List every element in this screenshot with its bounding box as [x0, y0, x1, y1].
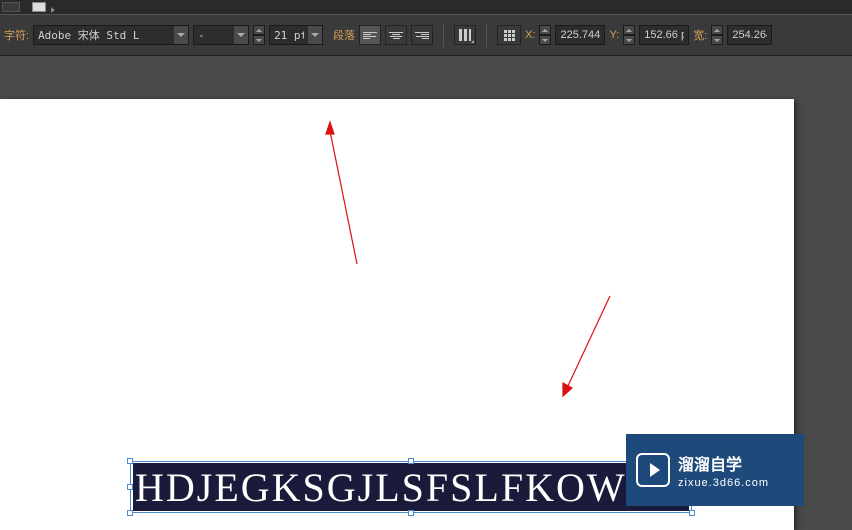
menu-handle[interactable] [2, 2, 20, 12]
x-stepper[interactable] [539, 25, 551, 45]
font-size-stepper[interactable] [253, 25, 265, 45]
font-size-dropdown[interactable] [269, 25, 323, 45]
play-icon [636, 453, 670, 487]
y-input[interactable] [639, 25, 689, 45]
chevron-down-icon[interactable] [174, 26, 188, 44]
chevron-down-icon[interactable] [234, 26, 248, 44]
y-label: Y: [609, 29, 619, 41]
resize-handle-tm[interactable] [408, 458, 414, 464]
reference-point-button[interactable] [497, 25, 521, 45]
x-label: X: [525, 29, 535, 41]
top-menu-strip [0, 0, 852, 14]
stepper-down-icon[interactable] [711, 35, 723, 45]
columns-button[interactable] [454, 25, 476, 45]
selection-border [130, 461, 692, 513]
chevron-down-icon[interactable] [308, 26, 322, 44]
annotation-arrow-2 [555, 294, 615, 404]
stepper-down-icon[interactable] [539, 35, 551, 45]
resize-handle-tl[interactable] [127, 458, 133, 464]
pages-icon[interactable] [32, 2, 46, 12]
stepper-up-icon[interactable] [539, 25, 551, 35]
divider [443, 23, 444, 47]
resize-handle-br[interactable] [689, 510, 695, 516]
font-family-input[interactable] [34, 29, 174, 42]
stepper-down-icon[interactable] [623, 35, 635, 45]
font-style-dropdown[interactable] [193, 25, 249, 45]
selected-text-frame[interactable]: HDJEGKSGJLSFSLFKOWEJE [130, 461, 692, 513]
paragraph-label: 段落 [333, 27, 355, 43]
font-size-input[interactable] [270, 29, 308, 42]
divider [486, 23, 487, 47]
annotation-arrow-1 [320, 114, 370, 274]
watermark-url: zixue.3d66.com [678, 477, 769, 489]
watermark-title: 溜溜自学 [678, 451, 769, 475]
w-label: 宽: [693, 27, 707, 43]
font-style-input[interactable] [194, 29, 234, 42]
align-center-button[interactable] [385, 25, 407, 45]
resize-handle-bm[interactable] [408, 510, 414, 516]
stepper-up-icon[interactable] [253, 25, 265, 35]
stepper-up-icon[interactable] [623, 25, 635, 35]
canvas-area[interactable]: HDJEGKSGJLSFSLFKOWEJE 溜溜自学 zixue.3d66.co… [0, 56, 852, 530]
resize-handle-bl[interactable] [127, 510, 133, 516]
w-stepper[interactable] [711, 25, 723, 45]
stepper-down-icon[interactable] [253, 35, 265, 45]
align-left-button[interactable] [359, 25, 381, 45]
watermark-badge: 溜溜自学 zixue.3d66.com [626, 434, 804, 506]
align-right-button[interactable] [411, 25, 433, 45]
x-input[interactable] [555, 25, 605, 45]
resize-handle-ml[interactable] [127, 484, 133, 490]
stepper-up-icon[interactable] [711, 25, 723, 35]
control-toolbar: 字符: 段落 X: Y: [0, 14, 852, 56]
y-stepper[interactable] [623, 25, 635, 45]
w-input[interactable] [727, 25, 772, 45]
font-family-dropdown[interactable] [33, 25, 189, 45]
character-label: 字符: [4, 27, 29, 43]
